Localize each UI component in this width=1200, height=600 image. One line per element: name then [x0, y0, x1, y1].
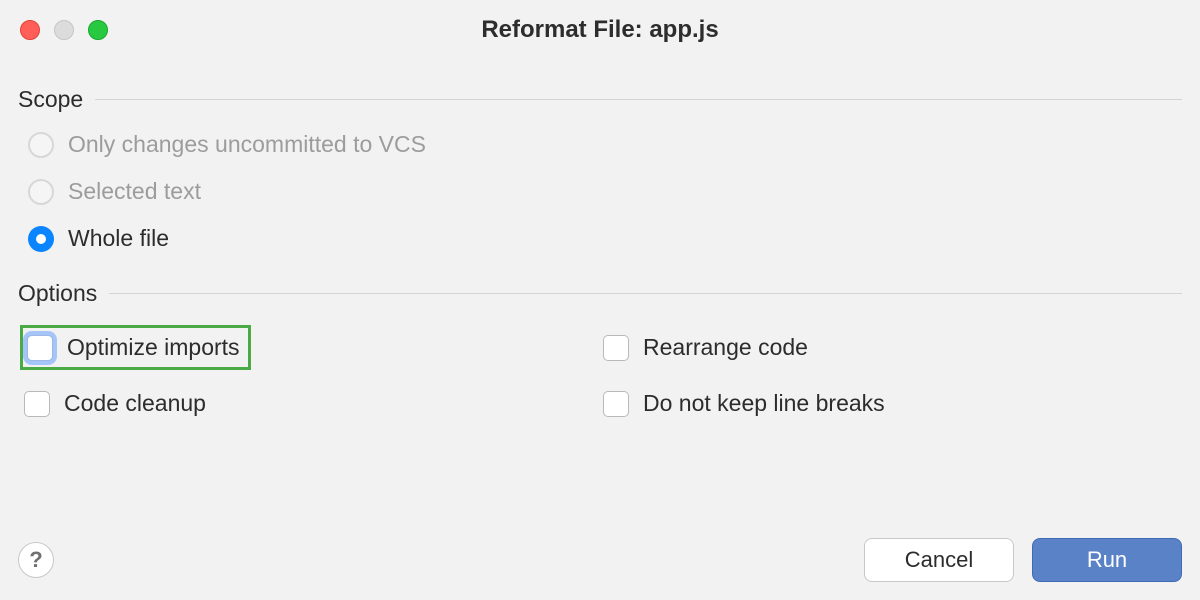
radio-icon	[28, 179, 54, 205]
code-cleanup-checkbox[interactable]	[24, 391, 50, 417]
scope-selected-text: Selected text	[28, 178, 1182, 205]
options-grid: Optimize imports Rearrange code Code cle…	[18, 325, 1182, 417]
rearrange-code-checkbox[interactable]	[603, 335, 629, 361]
dialog-footer: ? Cancel Run	[18, 538, 1182, 582]
code-cleanup-label: Code cleanup	[64, 390, 206, 417]
option-optimize-imports-cell: Optimize imports	[24, 325, 603, 370]
scope-section-label: Scope	[18, 86, 83, 113]
options-section-label: Options	[18, 280, 97, 307]
option-code-cleanup[interactable]: Code cleanup	[24, 390, 603, 417]
dialog-title: Reformat File: app.js	[0, 16, 1200, 44]
divider	[95, 99, 1182, 100]
do-not-keep-line-breaks-label: Do not keep line breaks	[643, 390, 885, 417]
divider	[109, 293, 1182, 294]
options-section-header: Options	[18, 280, 1182, 307]
option-optimize-imports-highlight: Optimize imports	[20, 325, 251, 370]
cancel-button[interactable]: Cancel	[864, 538, 1014, 582]
scope-selected-text-label: Selected text	[68, 178, 201, 205]
help-icon: ?	[29, 547, 42, 573]
radio-icon[interactable]	[28, 226, 54, 252]
option-do-not-keep-line-breaks[interactable]: Do not keep line breaks	[603, 390, 1182, 417]
radio-icon	[28, 132, 54, 158]
rearrange-code-label: Rearrange code	[643, 334, 808, 361]
optimize-imports-checkbox[interactable]	[27, 335, 53, 361]
scope-radio-group: Only changes uncommitted to VCS Selected…	[18, 131, 1182, 252]
option-rearrange-code[interactable]: Rearrange code	[603, 325, 1182, 370]
help-button[interactable]: ?	[18, 542, 54, 578]
scope-only-uncommitted: Only changes uncommitted to VCS	[28, 131, 1182, 158]
scope-whole-file-label: Whole file	[68, 225, 169, 252]
do-not-keep-line-breaks-checkbox[interactable]	[603, 391, 629, 417]
optimize-imports-label: Optimize imports	[67, 334, 240, 361]
scope-whole-file[interactable]: Whole file	[28, 225, 1182, 252]
run-button[interactable]: Run	[1032, 538, 1182, 582]
scope-section-header: Scope	[18, 86, 1182, 113]
scope-only-uncommitted-label: Only changes uncommitted to VCS	[68, 131, 426, 158]
